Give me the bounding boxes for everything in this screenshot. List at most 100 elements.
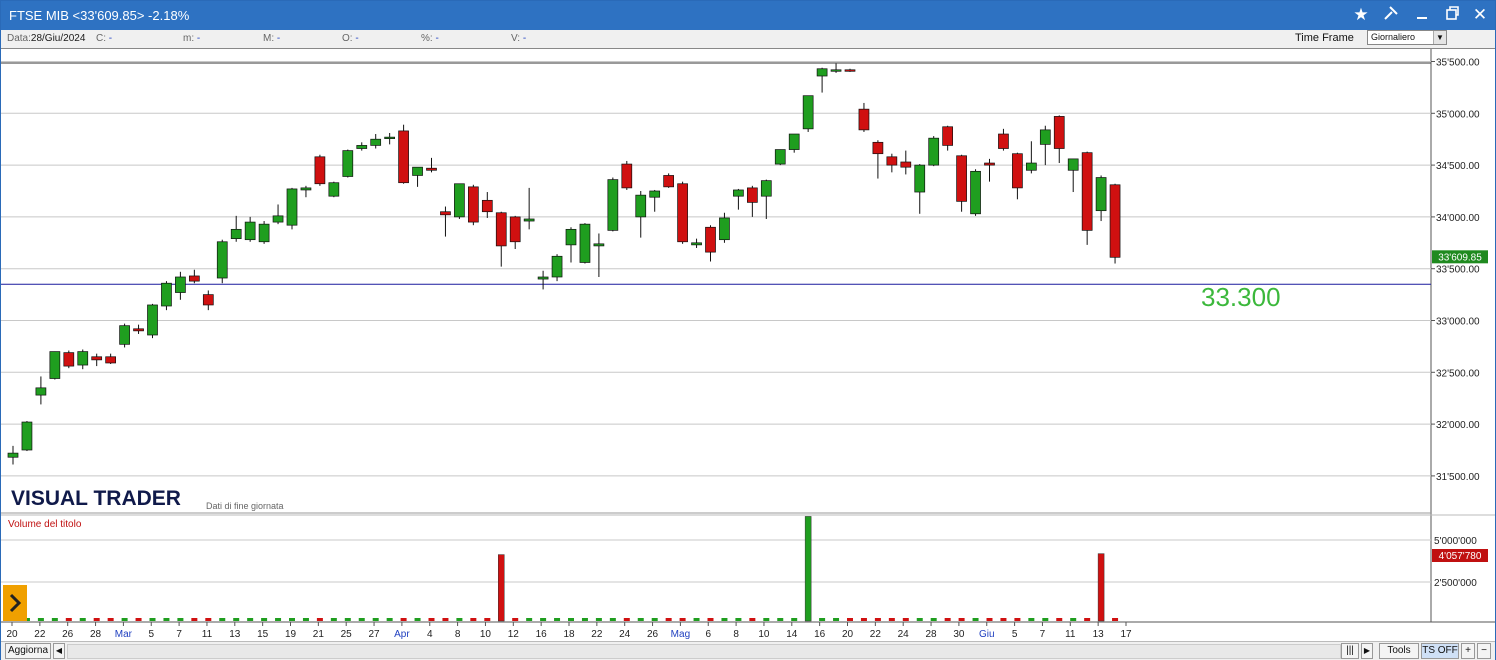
tools-button[interactable]: Tools [1379, 643, 1419, 659]
volume-bar[interactable] [609, 618, 616, 621]
volume-bar[interactable] [163, 618, 170, 621]
volume-bar[interactable] [554, 618, 561, 621]
candle[interactable] [468, 184, 479, 226]
title-bar[interactable]: FTSE MIB <33'609.85> -2.18% ★ ✕ [1, 1, 1495, 30]
volume-bar[interactable] [302, 618, 309, 621]
scroll-thumb[interactable]: ||| [1341, 643, 1359, 659]
volume-bar[interactable] [149, 618, 156, 621]
volume-bar[interactable] [205, 618, 212, 621]
candle[interactable] [454, 183, 465, 219]
candle[interactable] [970, 169, 981, 216]
chevron-down-icon[interactable]: ▼ [1433, 31, 1446, 44]
volume-bar[interactable] [707, 618, 714, 621]
candle[interactable] [774, 149, 786, 166]
volume-bar[interactable] [944, 618, 951, 621]
volume-bar[interactable] [930, 618, 937, 621]
volume-bar[interactable] [568, 618, 574, 621]
volume-bar[interactable] [1084, 618, 1091, 621]
volume-bar[interactable] [1070, 618, 1077, 621]
volume-bar[interactable] [135, 618, 142, 621]
volume-bar[interactable] [735, 618, 742, 621]
volume-bar[interactable] [177, 618, 184, 621]
volume-bar[interactable] [833, 618, 840, 621]
volume-bar[interactable] [665, 618, 672, 621]
scroll-left-button[interactable]: ◀ [53, 643, 65, 659]
volume-bar[interactable] [637, 618, 644, 621]
volume-bar[interactable] [51, 618, 58, 621]
price-chart[interactable]: 35'500.00 35'000.00 34'500.00 34'000.00 33'5… [1, 49, 1495, 641]
volume-bar[interactable] [847, 618, 853, 621]
volume-bar[interactable] [874, 618, 881, 621]
candle[interactable] [802, 95, 814, 132]
volume-bar[interactable] [400, 618, 407, 621]
candle[interactable] [1109, 183, 1121, 264]
volume-bar[interactable] [442, 618, 449, 621]
volume-bar[interactable] [763, 618, 770, 621]
volume-bar[interactable] [358, 618, 365, 621]
volume-bar[interactable] [121, 618, 128, 621]
volume-bar[interactable] [679, 618, 686, 621]
volume-bar[interactable] [386, 618, 393, 621]
volume-bar[interactable] [93, 618, 100, 621]
candle[interactable] [63, 350, 75, 369]
minimize-icon[interactable] [1409, 4, 1435, 26]
candle[interactable] [216, 239, 228, 284]
volume-bar[interactable] [777, 618, 784, 621]
volume-bar[interactable] [749, 618, 756, 621]
volume-bar[interactable] [414, 618, 421, 621]
candle[interactable] [621, 160, 633, 190]
volume-bar[interactable] [219, 618, 226, 621]
zoom-out-button[interactable]: − [1477, 643, 1491, 659]
volume-bar[interactable] [986, 618, 993, 621]
volume-bar[interactable] [526, 618, 533, 621]
volume-bar[interactable] [261, 618, 268, 621]
volume-bar[interactable] [428, 618, 435, 621]
volume-bar[interactable] [470, 618, 477, 621]
volume-bar[interactable] [316, 618, 323, 621]
horizontal-scrollbar-track[interactable] [67, 644, 1341, 659]
volume-bar[interactable] [191, 618, 198, 621]
candle[interactable] [49, 351, 61, 380]
scroll-right-button[interactable]: ▶ [1361, 643, 1373, 659]
volume-bar[interactable] [79, 618, 86, 621]
candle[interactable] [328, 181, 340, 198]
volume-bar[interactable] [512, 618, 519, 621]
volume-bar[interactable] [595, 618, 602, 621]
volume-bar[interactable] [791, 618, 798, 621]
volume-bar[interactable] [484, 618, 491, 621]
volume-bar[interactable] [1014, 618, 1021, 621]
volume-bar[interactable] [247, 618, 254, 621]
volume-bar[interactable] [456, 618, 463, 621]
zoom-in-button[interactable]: + [1461, 643, 1475, 659]
volume-bar[interactable] [275, 618, 282, 621]
volume-bar[interactable] [916, 618, 923, 621]
candle[interactable] [258, 221, 270, 244]
volume-bar[interactable] [958, 618, 965, 621]
level-annotation[interactable]: 33.300 [1201, 282, 1281, 312]
volume-bar[interactable] [972, 618, 979, 621]
volume-bar[interactable] [344, 618, 351, 621]
volume-bar[interactable] [888, 618, 895, 621]
candle[interactable] [928, 136, 940, 167]
candle[interactable] [677, 181, 688, 244]
star-icon[interactable]: ★ [1348, 4, 1374, 26]
candle[interactable] [314, 154, 326, 186]
candle[interactable] [579, 223, 591, 264]
volume-bar[interactable] [902, 618, 909, 621]
candle[interactable] [286, 187, 298, 230]
volume-bar[interactable] [233, 618, 240, 621]
candle[interactable] [21, 420, 33, 452]
candle[interactable] [607, 177, 619, 232]
volume-bar[interactable] [107, 618, 114, 621]
restore-icon[interactable] [1439, 4, 1465, 26]
volume-bar[interactable] [37, 618, 44, 621]
candle[interactable] [398, 124, 409, 184]
candle[interactable] [551, 254, 563, 282]
volume-bar[interactable] [1042, 618, 1049, 621]
volume-bar[interactable] [1112, 618, 1119, 621]
time-frame-select[interactable]: Giornaliero ▼ [1367, 30, 1447, 45]
volume-bar[interactable] [1000, 618, 1007, 621]
refresh-button[interactable]: Aggiorna [5, 643, 51, 659]
volume-bar[interactable] [1097, 553, 1105, 622]
volume-bar[interactable] [498, 554, 505, 622]
